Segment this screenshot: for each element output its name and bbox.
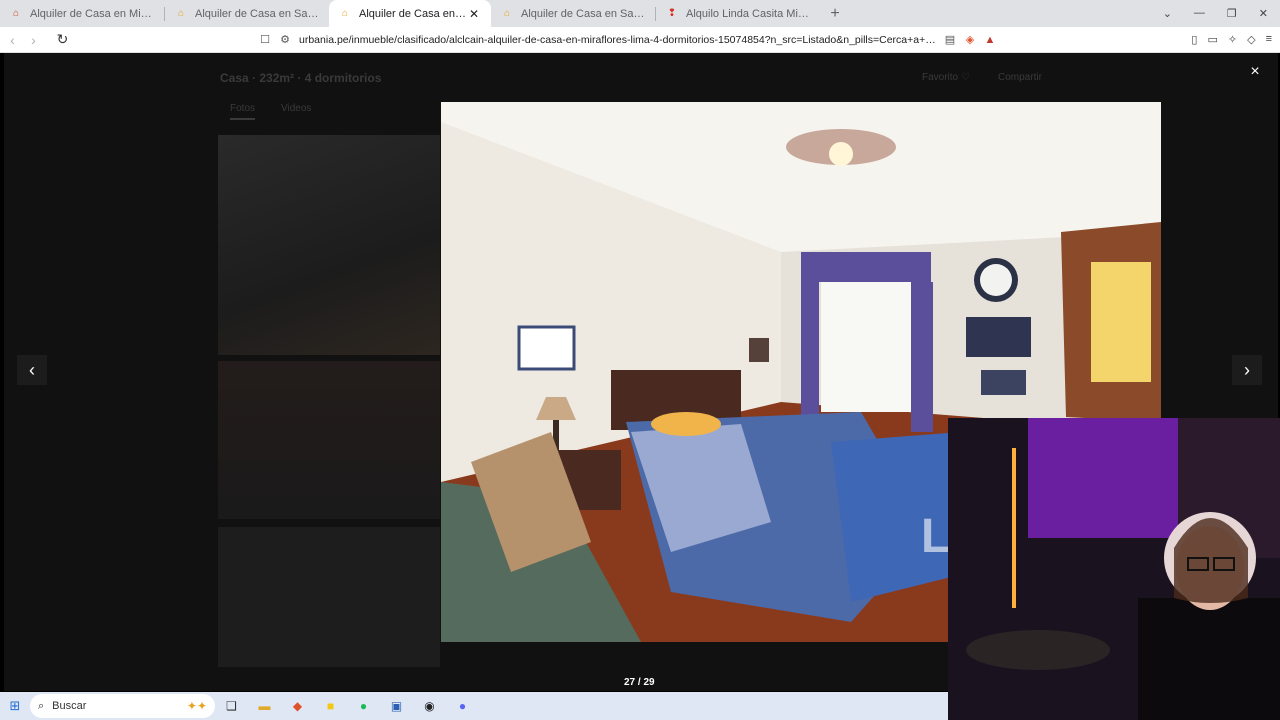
forward-icon[interactable]: › — [23, 32, 44, 48]
sidebar-icon[interactable]: ▯ — [1191, 33, 1197, 46]
address-bar[interactable]: ☐ ⚙ urbania.pe/inmueble/clasificado/alcl… — [255, 29, 1000, 51]
media-tabs: Fotos Videos — [230, 103, 311, 120]
tab-photos[interactable]: Fotos — [230, 103, 256, 120]
search-icon: ⌕ — [38, 699, 45, 712]
wallet-icon[interactable]: ▭ — [1207, 33, 1217, 46]
background-thumbnail — [218, 527, 440, 667]
brave-browser-icon[interactable]: ◆ — [281, 699, 314, 713]
photo-counter: 27 / 29 — [624, 677, 655, 688]
remote-desktop-icon[interactable]: ▣ — [380, 699, 413, 713]
previous-photo-button[interactable]: ‹ — [17, 355, 47, 385]
leo-icon[interactable]: ✧ — [1228, 33, 1237, 46]
tab-title: Alquilo Linda Casita Miraflores (A. C. — [686, 7, 810, 20]
copilot-sparkle-icon: ✦✦ — [186, 699, 207, 713]
reader-icon[interactable]: ▤ — [940, 33, 960, 46]
discord-icon[interactable]: ● — [446, 699, 479, 713]
rewards-icon[interactable]: ▲ — [980, 34, 1000, 46]
close-window-icon[interactable]: ✕ — [1259, 7, 1268, 20]
window-controls: ⌄ — ❐ ✕ — [1163, 7, 1280, 20]
share-button[interactable]: Compartir — [998, 72, 1042, 83]
tab-4[interactable]: ⌂ Alquiler de Casa en Santiago de Surco — [491, 0, 655, 27]
background-thumbnail — [218, 361, 440, 519]
tab-5[interactable]: ❢ Alquilo Linda Casita Miraflores (A. C. — [656, 0, 820, 27]
minimize-icon[interactable]: — — [1194, 7, 1205, 20]
vpn-icon[interactable]: ◇ — [1247, 33, 1255, 46]
spotify-icon[interactable]: ● — [347, 699, 380, 713]
house-favicon-icon: ⌂ — [503, 8, 511, 19]
tab-search-icon[interactable]: ⌄ — [1163, 7, 1172, 20]
windows-start-icon[interactable]: ⊞ — [0, 698, 30, 714]
pin-favicon-icon: ❢ — [667, 8, 677, 19]
close-gallery-icon[interactable]: × — [1244, 63, 1266, 81]
new-tab-button[interactable]: + — [820, 5, 850, 23]
file-explorer-icon[interactable]: ▬ — [248, 699, 281, 713]
menu-icon[interactable]: ≡ — [1266, 33, 1272, 46]
background-thumbnail — [218, 135, 440, 355]
favorite-button[interactable]: Favorito ♡ — [922, 72, 970, 83]
back-icon[interactable]: ‹ — [2, 32, 23, 48]
tab-2[interactable]: ⌂ Alquiler de Casa en Santiago de Surco — [165, 0, 329, 27]
tab-title: Alquiler de Casa en Santiago de Surco — [195, 7, 319, 20]
tab-bar: ⌂ Alquiler de Casa en Miraflores - Lima … — [0, 0, 1280, 27]
restore-icon[interactable]: ❐ — [1227, 7, 1237, 20]
tab-1[interactable]: ⌂ Alquiler de Casa en Miraflores - Lima — [0, 0, 164, 27]
house-favicon-icon: ⌂ — [12, 8, 20, 19]
tab-title: Alquiler de Casa en Santiago de Surco — [521, 7, 645, 20]
site-info-icon[interactable]: ⚙ — [275, 33, 295, 46]
tab-title: Alquiler de Casa en Miraflores - — [359, 7, 467, 20]
reload-icon[interactable]: ↻ — [52, 31, 73, 48]
bookmark-icon[interactable]: ☐ — [255, 33, 275, 46]
webcam-feed — [948, 418, 1280, 720]
sticky-notes-icon[interactable]: ■ — [314, 699, 347, 713]
url-text[interactable]: urbania.pe/inmueble/clasificado/alclcain… — [295, 34, 940, 46]
house-favicon-icon: ⌂ — [177, 8, 185, 19]
webcam-overlay — [948, 418, 1280, 720]
browser-toolbar: ‹ › ↻ ☐ ⚙ urbania.pe/inmueble/clasificad… — [0, 27, 1280, 53]
next-photo-button[interactable]: › — [1232, 355, 1262, 385]
chevron-left-icon: ‹ — [29, 359, 35, 380]
toolbar-right-icons: ▯ ▭ ✧ ◇ ≡ — [1191, 33, 1272, 46]
search-label: Buscar — [52, 700, 87, 712]
tab-3-active[interactable]: ⌂ Alquiler de Casa en Miraflores - ✕ — [329, 0, 491, 27]
chevron-right-icon: › — [1244, 359, 1250, 380]
brave-shield-icon[interactable]: ◈ — [960, 33, 980, 46]
tab-videos[interactable]: Videos — [281, 103, 311, 120]
close-tab-icon[interactable]: ✕ — [467, 7, 481, 21]
taskbar-search[interactable]: ⌕ Buscar ✦✦ — [30, 694, 215, 718]
house-favicon-icon: ⌂ — [341, 8, 349, 19]
tab-title: Alquiler de Casa en Miraflores - Lima — [30, 7, 154, 20]
obs-icon[interactable]: ◉ — [413, 699, 446, 713]
listing-header: Casa · 232m² · 4 dormitorios — [220, 71, 382, 85]
task-view-icon[interactable]: ❑ — [215, 699, 248, 713]
